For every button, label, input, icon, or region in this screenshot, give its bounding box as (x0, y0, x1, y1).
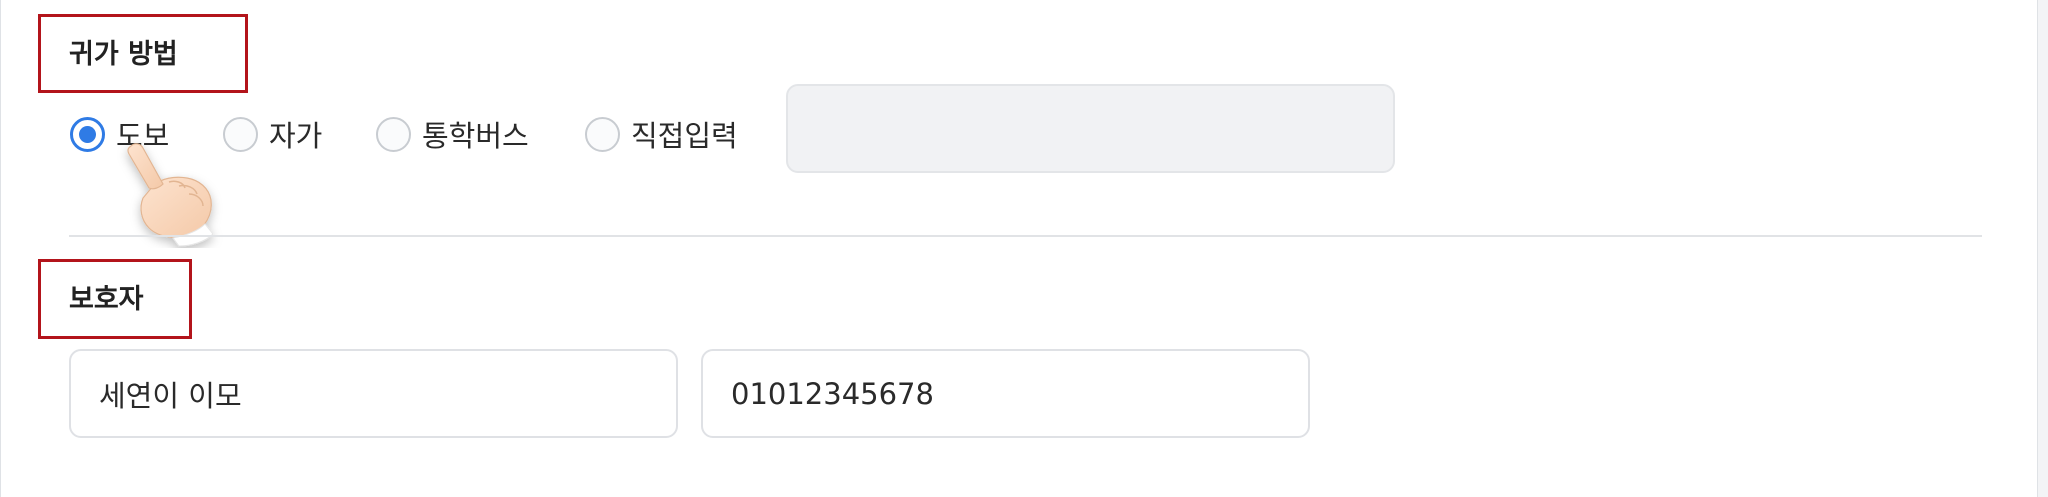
radio-button[interactable] (376, 116, 411, 152)
guardian-phone-field[interactable]: 01012345678 (701, 349, 1310, 438)
radio-button[interactable] (585, 116, 620, 152)
hand-pointer-icon (127, 143, 214, 247)
section-title-guardian: 보호자 (69, 284, 144, 315)
radio-option-direct-input[interactable]: 직접입력 (585, 113, 738, 155)
radio-option-own-car[interactable]: 자가 (223, 113, 322, 155)
section-divider (69, 235, 1982, 237)
guardian-name-field[interactable]: 세연이 이모 (69, 349, 678, 438)
radio-label-own-car: 자가 (269, 119, 323, 153)
section-title-return-method: 귀가 방법 (69, 39, 178, 70)
radio-option-school-bus[interactable]: 통학버스 (376, 113, 529, 155)
radio-label-direct-input: 직접입력 (631, 119, 738, 153)
radio-button[interactable] (223, 116, 258, 152)
radio-button-checked[interactable] (70, 116, 105, 152)
radio-label-school-bus: 통학버스 (422, 119, 529, 153)
direct-input-field[interactable] (786, 84, 1395, 173)
form-panel: 귀가 방법 도보 자가 통학버스 직접입력 보호자 세연이 이모 0101234… (0, 0, 2038, 497)
